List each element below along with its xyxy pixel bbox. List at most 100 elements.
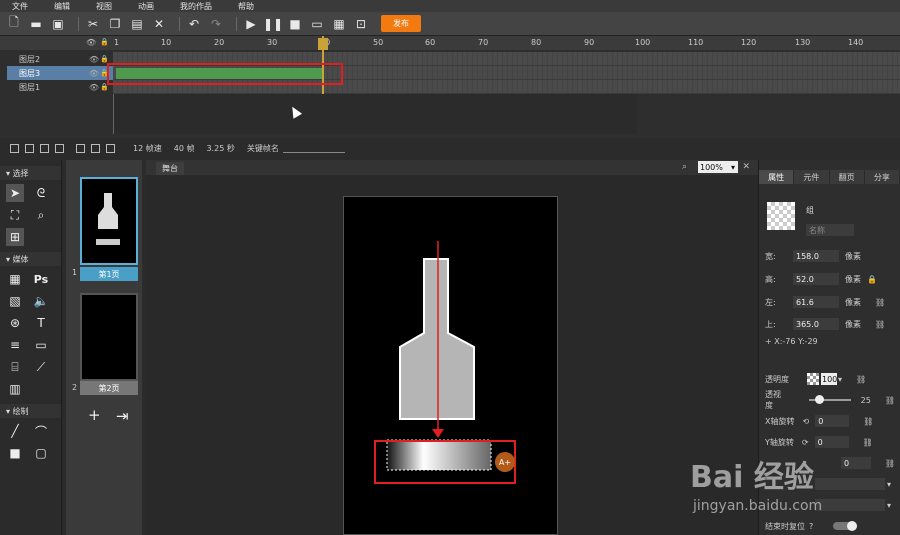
delete-icon[interactable]: ✕	[151, 16, 167, 32]
search-icon[interactable]: ⌕	[682, 162, 687, 172]
tab-stage[interactable]: 舞台	[156, 162, 184, 175]
add-animation-icon[interactable]: A+	[495, 452, 515, 472]
delete-layer-icon[interactable]	[40, 143, 49, 153]
zoom-icon[interactable]: ⌕	[32, 206, 50, 224]
pause-icon[interactable]: ❚❚	[263, 16, 283, 32]
open-folder-icon[interactable]: ▬	[28, 16, 44, 32]
eye-icon[interactable]: 👁	[89, 69, 99, 78]
link-icon[interactable]: ⛓	[875, 298, 885, 307]
lock-icon[interactable]: 🔒	[100, 55, 109, 63]
photoshop-icon[interactable]: Ps	[32, 270, 50, 288]
lasso-icon[interactable]: ᘓ	[32, 184, 50, 202]
list-icon[interactable]: ≡	[6, 336, 24, 354]
link-icon[interactable]: ⛓	[856, 375, 866, 384]
frame-tool-icon[interactable]	[76, 143, 85, 153]
add-page-icon[interactable]: +	[88, 406, 101, 424]
menu-file[interactable]: 文件	[12, 1, 28, 12]
add-folder-icon[interactable]	[25, 143, 34, 153]
lock-ratio-icon[interactable]: 🔒	[867, 275, 877, 284]
left-input[interactable]: 61.6	[793, 296, 839, 308]
page-thumbnail-2[interactable]	[80, 293, 138, 381]
object-preview	[767, 202, 795, 230]
link-icon[interactable]: ⛓	[885, 396, 895, 405]
save-icon[interactable]: ▣	[50, 16, 66, 32]
barcode-icon[interactable]: ▥	[6, 380, 24, 398]
rectangle-icon[interactable]: ■	[6, 444, 24, 462]
width-input[interactable]: 158.0	[793, 250, 839, 262]
link-icon[interactable]: ⛓	[863, 417, 873, 426]
grid-icon[interactable]: ▦	[6, 270, 24, 288]
x-rotation-input[interactable]: 0	[815, 415, 850, 427]
toolbar-divider	[179, 16, 180, 31]
preview-icon[interactable]: ▭	[309, 16, 325, 32]
code-icon[interactable]: ⌸	[6, 358, 24, 376]
opacity-input[interactable]: 100	[821, 373, 837, 385]
arrow-select-icon[interactable]: ➤	[6, 184, 24, 202]
transform-icon[interactable]: ⛶	[6, 206, 24, 224]
line-icon[interactable]: ╱	[6, 422, 24, 440]
frame-tool-icon[interactable]	[106, 143, 115, 153]
keyframe-name-input[interactable]	[282, 144, 345, 153]
chevron-down-icon[interactable]: ▾	[838, 375, 842, 384]
lock-icon[interactable]: 🔒	[100, 38, 109, 46]
layer-item-1[interactable]: 图层1 👁 🔒	[7, 80, 113, 94]
redo-icon[interactable]: ↷	[208, 16, 224, 32]
copy-icon[interactable]: ❐	[107, 16, 123, 32]
menu-bar: 文件 编辑 视图 动画 我的作品 帮助	[0, 0, 900, 12]
add-layer-icon[interactable]	[10, 143, 19, 153]
tab-share[interactable]: 分享	[864, 170, 900, 184]
chart-icon[interactable]: ⟋	[32, 358, 50, 376]
layer-item-3[interactable]: 图层3 👁 🔒	[7, 66, 113, 80]
object-name-input[interactable]: 名称	[806, 224, 854, 236]
paste-icon[interactable]: ▤	[129, 16, 145, 32]
slider-knob[interactable]	[815, 395, 825, 404]
curve-icon[interactable]: ⌒	[32, 422, 50, 440]
perspective-slider[interactable]	[809, 395, 851, 404]
tools-header-draw[interactable]: ▾ 绘制	[0, 404, 61, 418]
bottle-shape	[399, 258, 475, 420]
page-label-2[interactable]: 第2页	[80, 381, 138, 395]
picture-icon[interactable]: ▧	[6, 292, 24, 310]
stop-icon[interactable]: ■	[287, 16, 303, 32]
menu-help[interactable]: 帮助	[238, 1, 254, 12]
eye-icon[interactable]: 👁	[86, 38, 96, 47]
copy-layer-icon[interactable]	[55, 143, 64, 153]
text-icon[interactable]: T	[32, 314, 50, 332]
tab-properties[interactable]: 属性	[759, 170, 795, 184]
zoom-select[interactable]: 100% ▾	[698, 161, 738, 173]
opacity-swatch[interactable]	[807, 373, 819, 385]
tab-symbols[interactable]: 元件	[794, 170, 830, 184]
width-label: 宽:	[765, 251, 776, 261]
tools-header-select[interactable]: ▾ 选择	[0, 166, 61, 180]
new-file-icon[interactable]: 🗋	[6, 15, 22, 32]
menu-view[interactable]: 视图	[96, 1, 112, 12]
close-icon[interactable]: ✕	[742, 162, 750, 172]
menu-my-works[interactable]: 我的作品	[180, 1, 212, 12]
stage[interactable]	[343, 196, 558, 535]
page-label-1[interactable]: 第1页	[80, 267, 138, 281]
cut-icon[interactable]: ✂	[85, 16, 101, 32]
publish-button[interactable]: 发布	[381, 15, 421, 32]
link-icon[interactable]: ⛓	[875, 320, 885, 329]
play-icon[interactable]: ▶	[243, 16, 259, 32]
image-tool-icon[interactable]: ⊞	[6, 228, 24, 246]
top-input[interactable]: 365.0	[793, 318, 839, 330]
menu-edit[interactable]: 编辑	[54, 1, 70, 12]
import-page-icon[interactable]: ⇥	[116, 407, 129, 425]
undo-icon[interactable]: ↶	[186, 16, 202, 32]
video-icon[interactable]: ⊛	[6, 314, 24, 332]
eye-icon[interactable]: 👁	[89, 55, 99, 64]
qr-code-icon[interactable]: ▦	[331, 16, 347, 32]
frame-tool-icon[interactable]	[91, 143, 100, 153]
audio-icon[interactable]: 🔈	[32, 292, 50, 310]
page-thumbnail-1[interactable]	[80, 177, 138, 265]
tools-header-media[interactable]: ▾ 媒体	[0, 252, 61, 266]
tab-page-flip[interactable]: 翻页	[829, 170, 865, 184]
layer-item-2[interactable]: 图层2 👁 🔒	[7, 52, 113, 66]
height-input[interactable]: 52.0	[793, 273, 839, 285]
board-icon[interactable]: ▭	[32, 336, 50, 354]
export-icon[interactable]: ⊡	[353, 16, 369, 32]
menu-animation[interactable]: 动画	[138, 1, 154, 12]
rounded-rect-icon[interactable]: ▢	[32, 444, 50, 462]
eye-icon[interactable]: 👁	[89, 83, 99, 92]
